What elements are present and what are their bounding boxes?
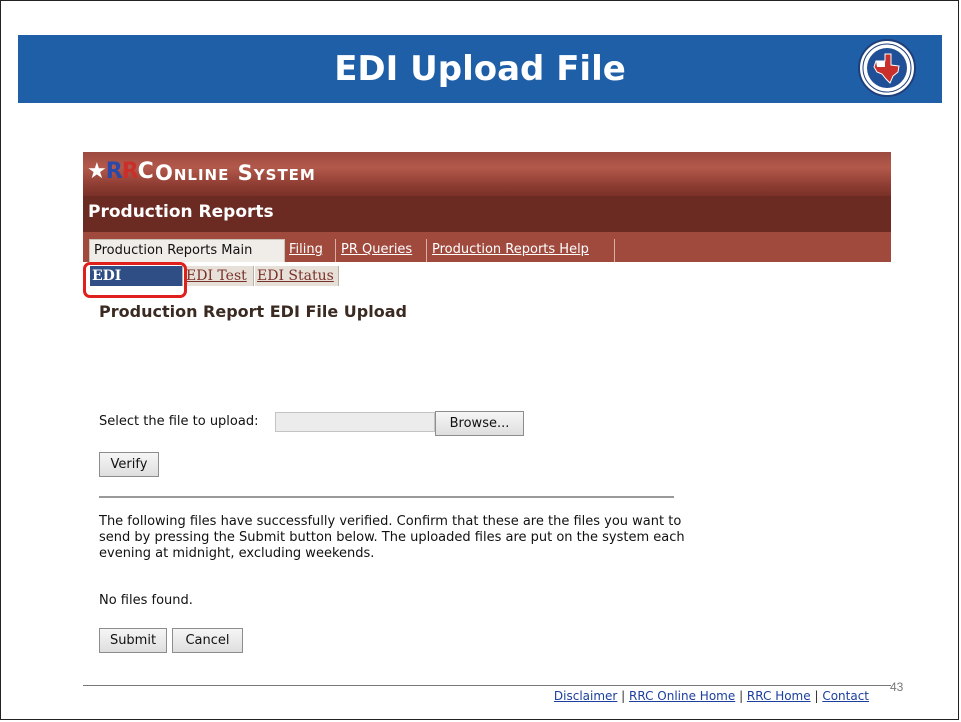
submit-button[interactable]: Submit [99, 628, 167, 653]
slide-title-bar: EDI Upload File [18, 35, 942, 103]
select-file-label: Select the file to upload: [99, 414, 259, 429]
tab-pr-queries[interactable]: PR Queries [337, 239, 427, 262]
cancel-button[interactable]: Cancel [172, 628, 243, 653]
page-heading: Production Report EDI File Upload [99, 302, 407, 321]
footer-links: Disclaimer | RRC Online Home | RRC Home … [554, 689, 869, 703]
footer-separator: | [735, 689, 747, 703]
page-number: 43 [890, 680, 904, 694]
logo-r2: R [121, 159, 139, 184]
footer-link-rrc-online-home[interactable]: RRC Online Home [629, 689, 735, 703]
footer-separator: | [617, 689, 630, 703]
subtab-edi-status[interactable]: EDI Status [255, 266, 339, 286]
edi-upload-highlight [83, 262, 187, 298]
railroad-commission-seal-icon [858, 39, 916, 97]
no-files-text: No files found. [99, 593, 193, 608]
section-title: Production Reports [88, 202, 274, 222]
main-tabs: Production Reports Main Filing PR Querie… [83, 232, 891, 262]
rrc-online-system-header: ★RRC Online System [83, 152, 891, 196]
section-bar: Production Reports [83, 196, 891, 232]
logo-c: C [137, 159, 154, 184]
footer-link-contact[interactable]: Contact [822, 689, 869, 703]
verify-button[interactable]: Verify [99, 452, 159, 477]
tab-production-reports-main[interactable]: Production Reports Main [89, 239, 285, 262]
tab-production-reports-help[interactable]: Production Reports Help [428, 239, 615, 262]
logo-r1: R [105, 159, 123, 184]
footer-link-rrc-home[interactable]: RRC Home [747, 689, 811, 703]
slide-title: EDI Upload File [334, 49, 626, 89]
file-path-input[interactable] [275, 412, 435, 432]
rrc-logo[interactable]: ★RRC [87, 159, 154, 184]
info-text: The following files have successfully ve… [99, 514, 685, 561]
tab-filing[interactable]: Filing [285, 239, 336, 262]
divider [99, 496, 674, 498]
browse-button[interactable]: Browse... [435, 411, 524, 436]
slide-frame [0, 0, 959, 720]
subtab-edi-test[interactable]: EDI Test [184, 266, 254, 286]
system-name: Online System [155, 161, 316, 185]
footer-divider [83, 685, 891, 686]
footer-link-disclaimer[interactable]: Disclaimer [554, 689, 617, 703]
footer-separator: | [810, 689, 823, 703]
logo-star: ★ [87, 159, 107, 184]
